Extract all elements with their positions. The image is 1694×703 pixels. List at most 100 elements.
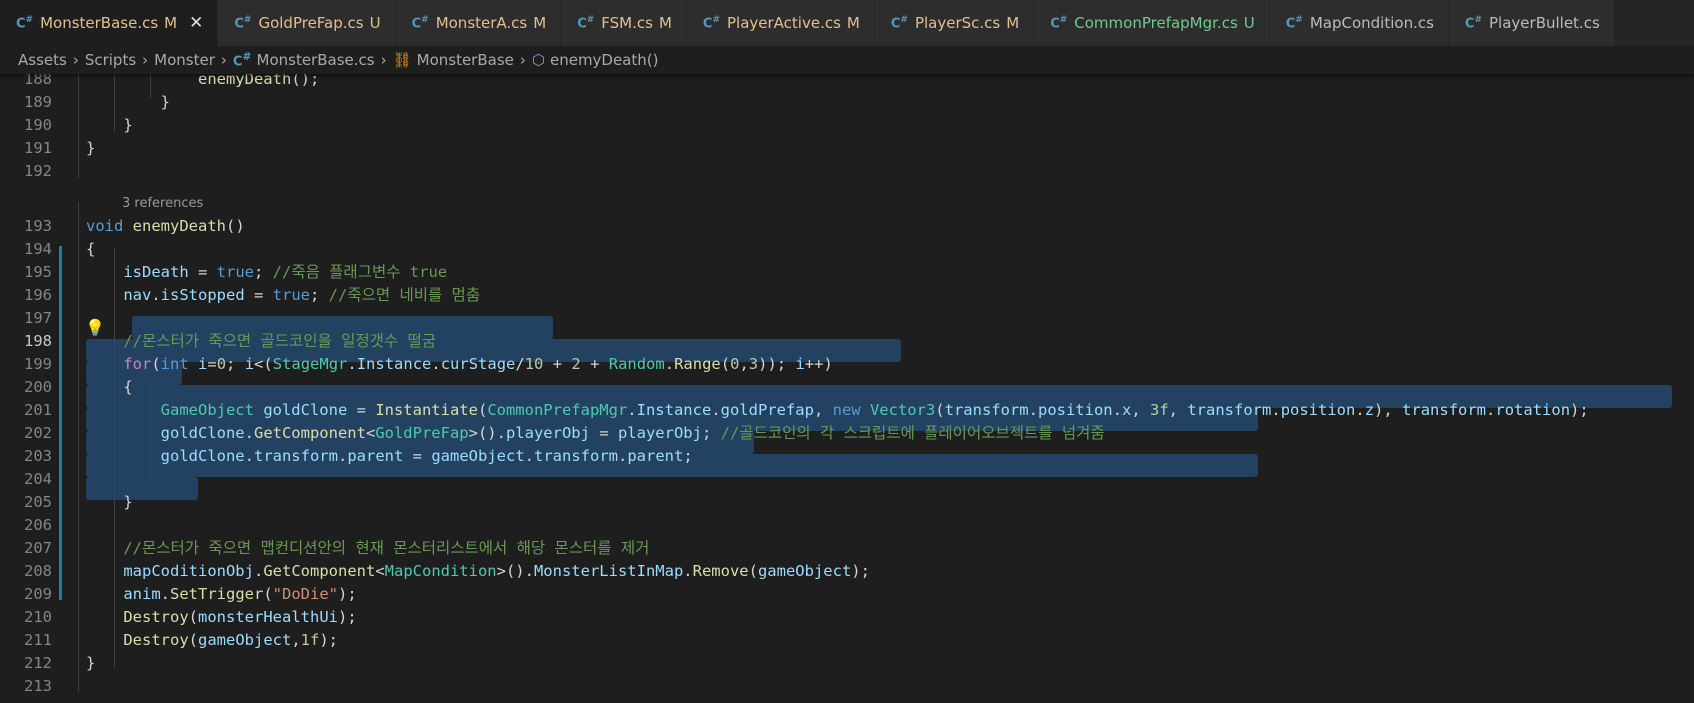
code-line[interactable]: 190 }: [0, 114, 1694, 138]
code-token: //골드코인의 각 스크립트에 플레이어오브젝트를 넘겨줌: [720, 424, 1105, 442]
code-line[interactable]: 213: [0, 675, 1694, 699]
breadcrumb: Assets › Scripts › Monster › C# MonsterB…: [0, 46, 1694, 74]
code-token: GoldPreFap: [375, 424, 469, 442]
code-token: CommonPrefapMgr: [487, 401, 628, 419]
code-line[interactable]: 211 Destroy(gameObject,1f);: [0, 629, 1694, 653]
code-line[interactable]: 205 }: [0, 491, 1694, 515]
code-token: isDeath: [86, 263, 189, 281]
code-token: =: [207, 355, 217, 373]
tab-playersc-cs[interactable]: C# PlayerSc.cs M: [874, 0, 1035, 46]
code-token: =: [589, 424, 618, 442]
codelens-references[interactable]: 3 references: [122, 192, 203, 216]
git-status-badge: M: [1006, 14, 1020, 32]
code-token: position: [1280, 401, 1356, 419]
code-token: );: [338, 585, 357, 603]
code-line[interactable]: 195 isDeath = true; //죽음 플래그변수 true: [0, 261, 1694, 285]
code-line[interactable]: 212}: [0, 652, 1694, 676]
code-line[interactable]: 199 for(int i=0; i<(StageMgr.Instance.cu…: [0, 353, 1694, 377]
tab-playerbullet-cs[interactable]: C# PlayerBullet.cs: [1448, 0, 1615, 46]
code-token: 1f: [300, 631, 320, 649]
code-token: Destroy: [86, 631, 189, 649]
line-number: 195: [24, 263, 52, 281]
code-line[interactable]: 194 {: [0, 238, 1694, 262]
code-text: {: [86, 238, 95, 262]
csharp-file-icon: C#: [1050, 14, 1068, 32]
code-token: MapCondition: [384, 562, 497, 580]
tab-playeractive-cs[interactable]: C# PlayerActive.cs M: [686, 0, 875, 46]
code-text: //몬스터가 죽으면 맵컨디션안의 현재 몬스터리스트에서 해당 몬스터를 제거: [86, 537, 649, 561]
code-token: .: [524, 447, 534, 465]
code-line[interactable]: 201 GameObject goldClone = Instantiate(C…: [0, 399, 1694, 423]
code-token: parent: [627, 447, 684, 465]
code-line[interactable]: 196 nav.isStopped = true; //죽으면 네비를 멈춤: [0, 284, 1694, 308]
close-icon[interactable]: ✕: [189, 13, 203, 33]
line-number: 203: [24, 447, 52, 465]
code-token: goldClone: [263, 401, 348, 419]
code-token: .: [253, 562, 264, 580]
code-token: void: [86, 217, 133, 235]
code-token: new: [832, 401, 870, 419]
code-line[interactable]: 207 //몬스터가 죽으면 맵컨디션안의 현재 몬스터리스트에서 해당 몬스터…: [0, 537, 1694, 561]
tab-goldprefap-cs[interactable]: C# GoldPreFap.cs U: [218, 0, 396, 46]
code-editor[interactable]: 3 references 💡 188 enemyDeath(); 189 } 190…: [0, 74, 1694, 703]
code-line[interactable]: 203 goldClone.transform.parent = gameObj…: [0, 445, 1694, 469]
tab-monsterbase-cs[interactable]: C# MonsterBase.cs M ✕: [0, 0, 219, 46]
tab-fsm-cs[interactable]: C# FSM.cs M: [561, 0, 687, 46]
breadcrumb-monster[interactable]: Monster: [154, 51, 215, 69]
code-token: .: [627, 401, 637, 419]
code-token: nav: [86, 286, 152, 304]
code-token: .: [337, 447, 348, 465]
code-line[interactable]: 188 enemyDeath();: [0, 74, 1694, 92]
code-line[interactable]: 191}: [0, 137, 1694, 161]
chevron-right-icon: ›: [142, 51, 149, 69]
code-line[interactable]: 210 Destroy(monsterHealthUi);: [0, 606, 1694, 630]
code-line[interactable]: 198 //몬스터가 죽으면 골드코인을 일정갯수 떨굼: [0, 330, 1694, 354]
line-number: 210: [24, 608, 52, 626]
code-line[interactable]: 193 void enemyDeath(): [0, 215, 1694, 239]
code-text: //몬스터가 죽으면 골드코인을 일정갯수 떨굼: [86, 330, 436, 354]
tab-label: GoldPreFap.cs: [258, 14, 364, 32]
code-token: goldPrefap: [720, 401, 814, 419]
breadcrumb-assets[interactable]: Assets: [18, 51, 67, 69]
code-line[interactable]: 202 goldClone.GetComponent<GoldPreFap>()…: [0, 422, 1694, 446]
code-token: transform: [1402, 401, 1487, 419]
git-status-badge: U: [1243, 14, 1255, 32]
code-line[interactable]: 204: [0, 468, 1694, 492]
code-token: .: [244, 447, 254, 465]
code-token: Range: [674, 355, 721, 373]
breadcrumb-class[interactable]: MonsterBase: [417, 51, 514, 69]
code-line[interactable]: 206: [0, 514, 1694, 538]
tab-commonprefapmgr-cs[interactable]: C# CommonPrefapMgr.cs U: [1034, 0, 1270, 46]
code-text: Destroy(gameObject,1f);: [86, 629, 338, 653]
code-token: StageMgr: [272, 355, 348, 373]
code-token: ;: [253, 263, 273, 281]
breadcrumb-method[interactable]: enemyDeath(): [550, 51, 659, 69]
code-line[interactable]: 200 {: [0, 376, 1694, 400]
code-token: .: [618, 447, 628, 465]
code-line[interactable]: 189 }: [0, 91, 1694, 115]
code-token: enemyDeath: [132, 217, 226, 235]
code-token: //몬스터가 죽으면 골드코인을 일정갯수 떨굼: [86, 332, 436, 350]
line-number: 196: [24, 286, 52, 304]
code-token: .: [1112, 401, 1122, 419]
code-token: ,: [739, 355, 749, 373]
code-line[interactable]: 197: [0, 307, 1694, 331]
code-token: 10: [524, 355, 544, 373]
code-token: 3: [748, 355, 759, 373]
tab-monstera-cs[interactable]: C# MonsterA.cs M: [395, 0, 562, 46]
code-token: .: [683, 562, 693, 580]
code-line[interactable]: 192: [0, 160, 1694, 184]
code-token: i: [198, 355, 208, 373]
tab-label: FSM.cs: [601, 14, 653, 32]
code-line[interactable]: 209 anim.SetTrigger("DoDie");: [0, 583, 1694, 607]
chevron-right-icon: ›: [220, 51, 227, 69]
line-number: 198: [24, 332, 52, 350]
breadcrumb-file[interactable]: MonsterBase.cs: [257, 51, 375, 69]
code-token: ;: [683, 447, 693, 465]
tab-label: PlayerActive.cs: [727, 14, 841, 32]
tab-mapcondition-cs[interactable]: C# MapCondition.cs: [1269, 0, 1449, 46]
code-token: transform: [253, 447, 338, 465]
code-line[interactable]: 208 mapCoditionObj.GetComponent<MapCondi…: [0, 560, 1694, 584]
breadcrumb-scripts[interactable]: Scripts: [85, 51, 136, 69]
code-token: .: [1271, 401, 1281, 419]
